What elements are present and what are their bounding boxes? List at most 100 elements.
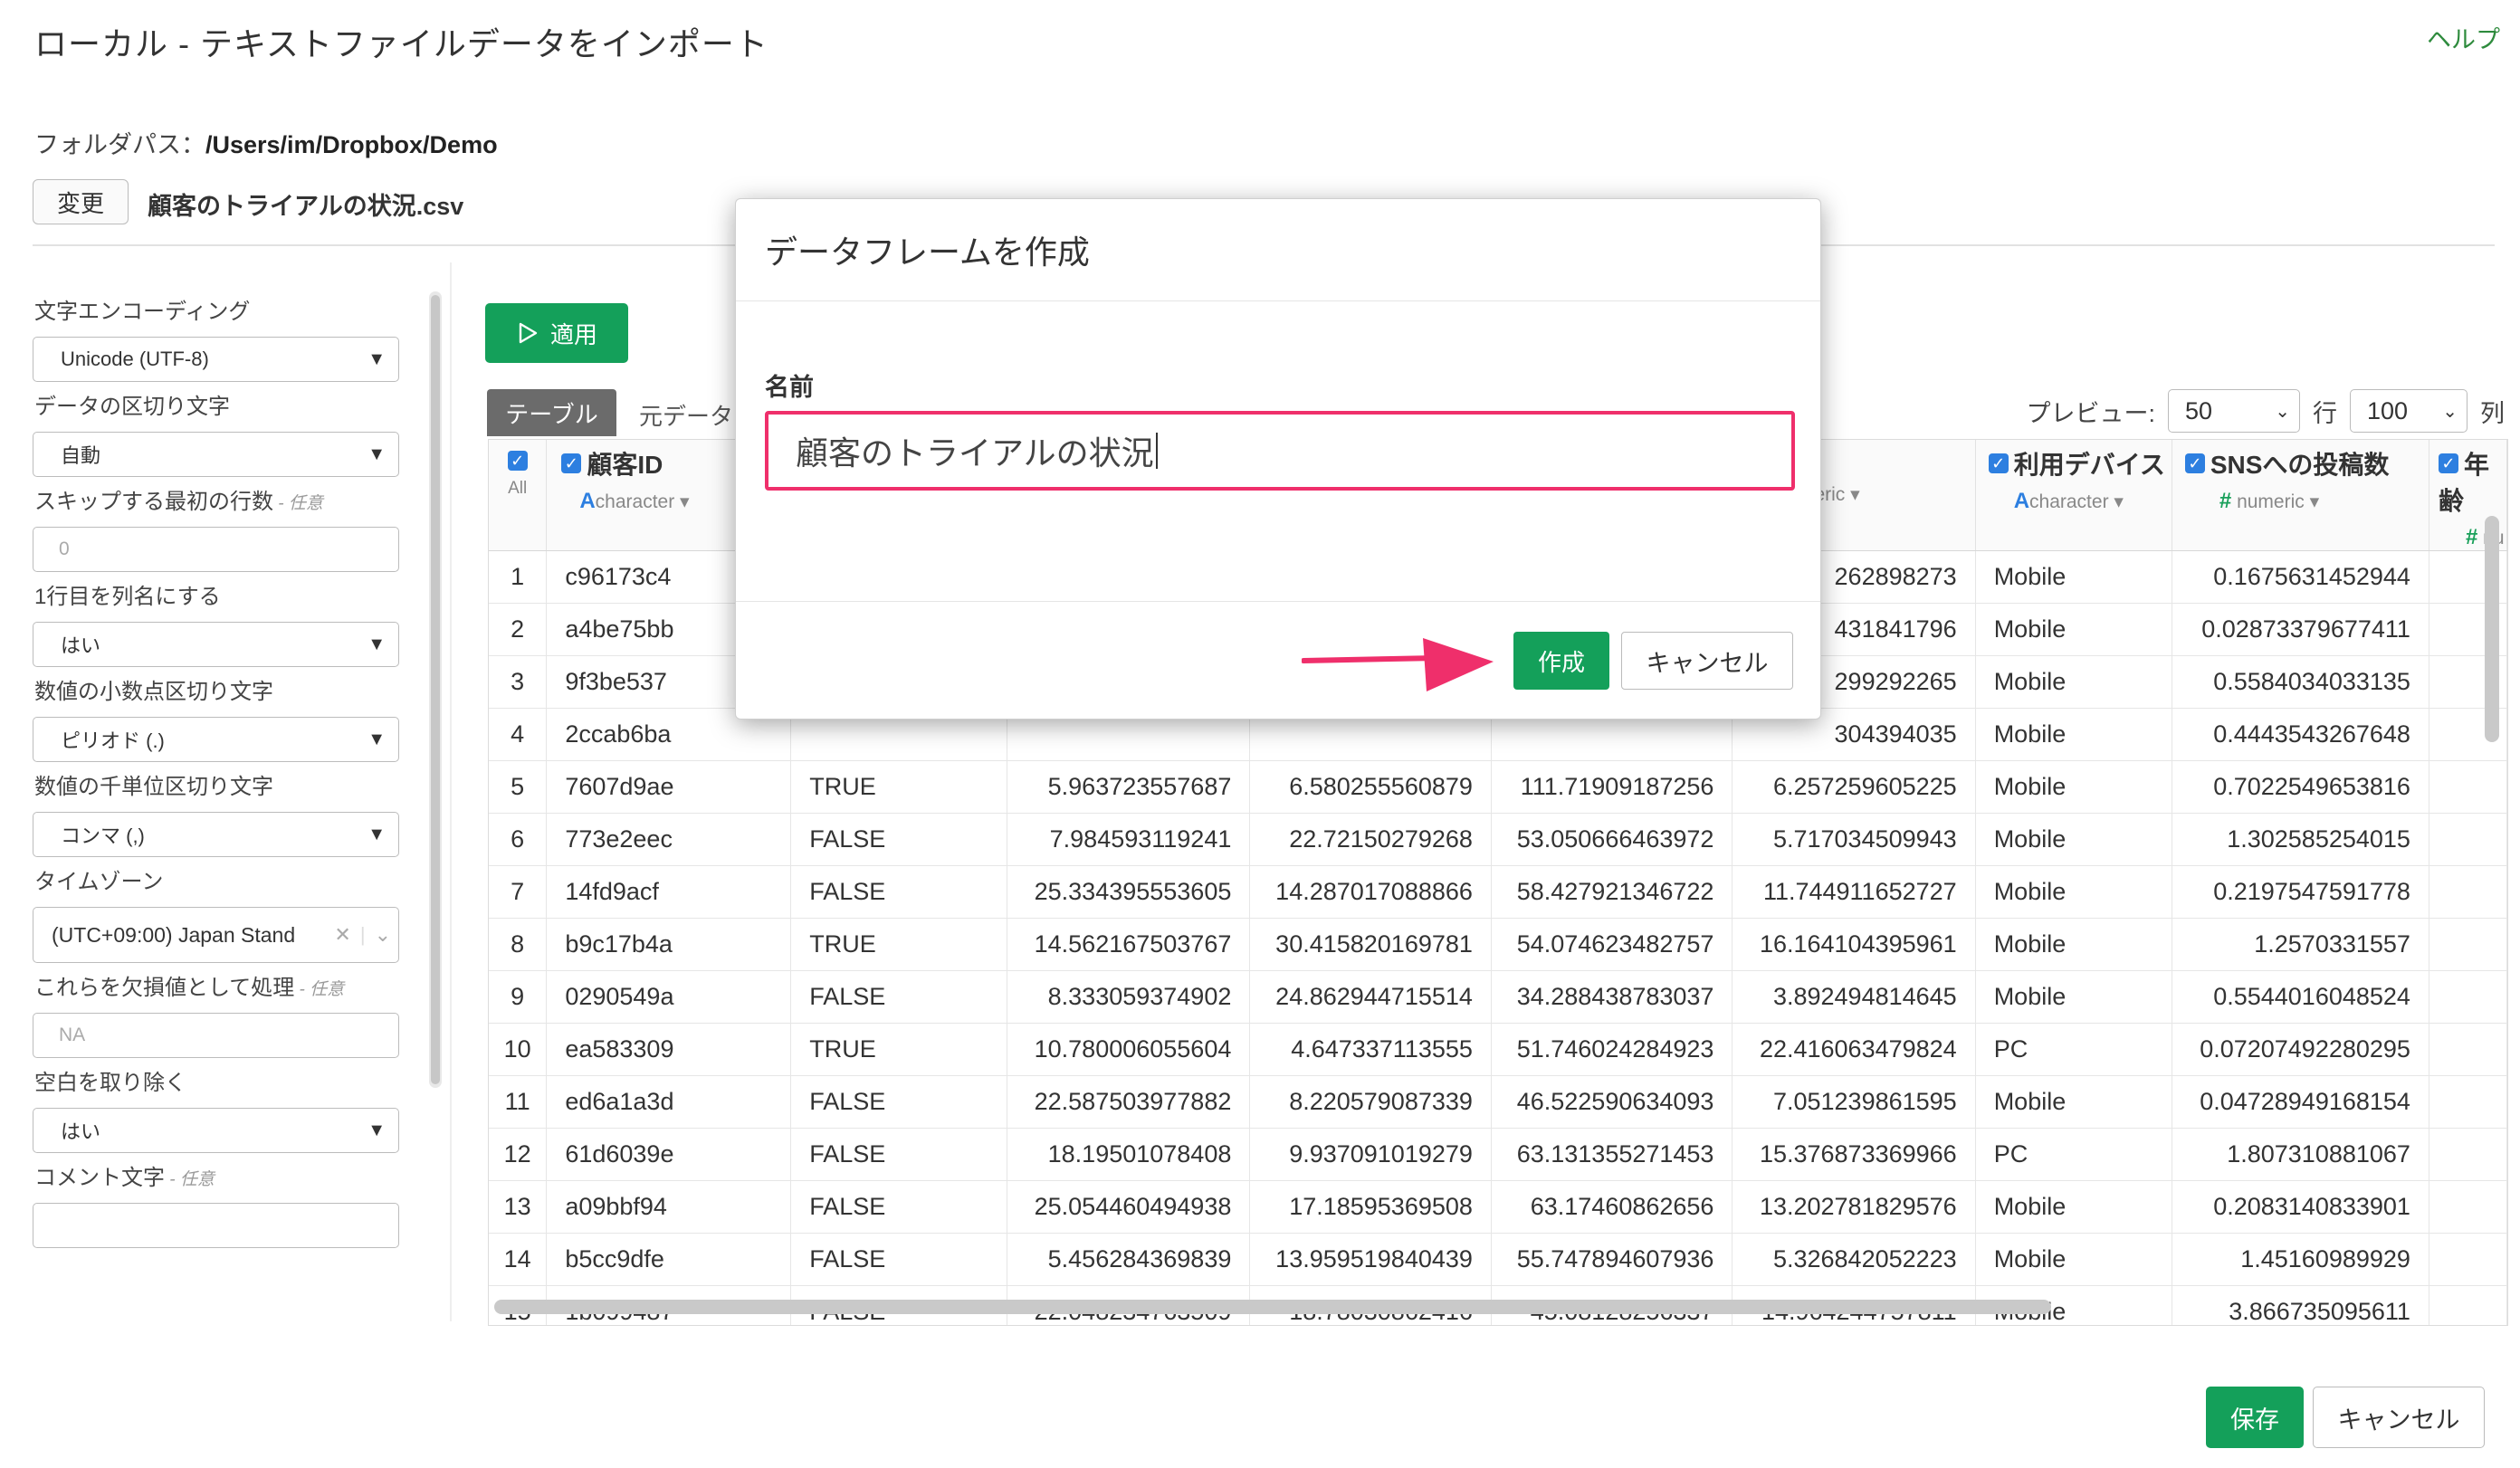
column-type-menu[interactable]: Acharacter ▾ — [1989, 489, 2172, 514]
checkbox-checked-icon[interactable]: ✓ — [2184, 453, 2205, 473]
table-cell: ed6a1a3d — [546, 1075, 792, 1129]
table-cell: 51.746024284923 — [1491, 1023, 1733, 1076]
chevron-down-icon: ⌄ — [2275, 401, 2290, 422]
na-values-input[interactable]: NA — [33, 1013, 399, 1058]
table-cell: 773e2eec — [546, 813, 792, 866]
table-cell: FALSE — [790, 1180, 1008, 1234]
table-cell: 8.220579087339 — [1249, 1075, 1492, 1129]
checkbox-checked-icon[interactable]: ✓ — [561, 453, 582, 473]
row-index: 8 — [489, 918, 548, 971]
page-title: ローカル - テキストファイルデータをインポート — [34, 25, 768, 62]
table-cell: 9.937091019279 — [1249, 1128, 1492, 1181]
thousands-separator-select[interactable]: コンマ (,) ▼ — [33, 812, 399, 857]
clear-icon[interactable]: ✕ — [334, 923, 350, 947]
save-button[interactable]: 保存 — [2206, 1387, 2304, 1448]
table-cell: FALSE — [790, 865, 1008, 919]
table-cell: 6.257259605225 — [1732, 760, 1976, 814]
table-cell: PC — [1975, 1128, 2172, 1181]
table-cell: 0.2083140833901 — [2172, 1180, 2429, 1234]
header-row-label: 1行目を列名にする — [34, 585, 221, 609]
select-all-header[interactable]: ✓ All — [489, 440, 548, 551]
table-cell: 46.522590634093 — [1491, 1075, 1733, 1129]
numeric-type-icon: # — [2465, 525, 2478, 549]
comment-char-label-text: コメント文字 — [34, 1166, 165, 1190]
decimal-separator-select[interactable]: ピリオド (.) ▼ — [33, 717, 399, 762]
help-link[interactable]: ヘルプ — [2427, 20, 2500, 55]
divider — [736, 300, 1820, 301]
column-name: 利用デバイス — [2013, 451, 2165, 479]
table-cell: Mobile — [1975, 550, 2172, 604]
checkbox-checked-icon[interactable]: ✓ — [2438, 453, 2458, 473]
encoding-value: Unicode (UTF-8) — [61, 348, 209, 370]
row-index: 11 — [489, 1075, 548, 1129]
divider — [736, 601, 1820, 602]
sidebar-divider — [450, 262, 452, 1321]
table-cell: 8.333059374902 — [1007, 970, 1251, 1024]
table-row: 9 0290549a FALSE 8.333059374902 24.862944715… — [489, 970, 2507, 1024]
table-cell: 34.288438783037 — [1491, 970, 1733, 1024]
table-cell — [2429, 1233, 2507, 1286]
table-cell: FALSE — [790, 1075, 1008, 1129]
tab-table[interactable]: テーブル — [487, 389, 616, 436]
row-index: 10 — [489, 1023, 548, 1076]
table-cell: 7.051239861595 — [1732, 1075, 1976, 1129]
row-index: 4 — [489, 708, 548, 761]
comment-char-input[interactable] — [33, 1203, 399, 1248]
optional-hint: - 任意 — [165, 1170, 215, 1189]
column-header[interactable]: ✓ SNSへの投稿数 # numeric ▾ — [2172, 440, 2429, 551]
sidebar-scrollbar-thumb[interactable] — [431, 295, 440, 1084]
table-cell: 14.287017088866 — [1249, 865, 1492, 919]
table-cell: 18.19501078408 — [1007, 1128, 1251, 1181]
table-cell: 0.4443543267648 — [2172, 708, 2429, 761]
cancel-button[interactable]: キャンセル — [2313, 1387, 2485, 1448]
optional-hint: - 任意 — [273, 494, 323, 513]
folder-path-label: フォルダパス： — [34, 131, 205, 158]
chevron-down-icon: ▼ — [368, 1120, 386, 1140]
table-cell: Mobile — [1975, 1180, 2172, 1234]
delimiter-select[interactable]: 自動 ▼ — [33, 432, 399, 477]
trim-whitespace-select[interactable]: はい ▼ — [33, 1108, 399, 1153]
encoding-select[interactable]: Unicode (UTF-8) ▼ — [33, 337, 399, 382]
horizontal-scrollbar[interactable] — [494, 1300, 2051, 1314]
separator: | — [359, 923, 366, 946]
column-type-menu[interactable]: # numeric ▾ — [2185, 489, 2429, 514]
row-index: 2 — [489, 603, 548, 656]
table-cell: 3.892494814645 — [1732, 970, 1976, 1024]
folder-path-value: /Users/im/Dropbox/Demo — [205, 131, 498, 158]
table-cell: 0.2197547591778 — [2172, 865, 2429, 919]
table-cell: 30.415820169781 — [1249, 918, 1492, 971]
column-name: SNSへの投稿数 — [2210, 451, 2390, 479]
decimal-separator-label: 数値の小数点区切り文字 — [34, 680, 273, 704]
create-button[interactable]: 作成 — [1513, 632, 1609, 690]
preview-cols-value: 100 — [2367, 396, 2409, 424]
decimal-separator-value: ピリオド (.) — [61, 729, 165, 752]
text-caret — [1155, 433, 1158, 469]
table-cell — [2429, 1128, 2507, 1181]
file-name: 顧客のトライアルの状況.csv — [148, 193, 464, 220]
column-header[interactable]: ✓ 利用デバイス Acharacter ▾ — [1975, 440, 2172, 551]
vertical-scrollbar[interactable] — [2485, 516, 2499, 742]
table-cell — [2429, 760, 2507, 814]
table-cell — [2429, 1285, 2507, 1325]
dataframe-name-input[interactable]: 顧客のトライアルの状況 — [765, 411, 1795, 491]
table-cell: 0.7022549653816 — [2172, 760, 2429, 814]
na-values-label: これらを欠損値として処理 - 任意 — [34, 973, 399, 1004]
preview-cols-select[interactable]: 100 ⌄ — [2350, 389, 2468, 433]
table-row: 8 b9c17b4a TRUE 14.562167503767 30.415820169… — [489, 918, 2507, 971]
row-index: 5 — [489, 760, 548, 814]
header-row-select[interactable]: はい ▼ — [33, 622, 399, 667]
table-cell: 0.5544016048524 — [2172, 970, 2429, 1024]
skip-rows-input[interactable]: 0 — [33, 527, 399, 572]
preview-rows-select[interactable]: 50 ⌄ — [2168, 389, 2300, 433]
checkbox-checked-icon[interactable]: ✓ — [507, 450, 528, 471]
apply-button[interactable]: 適用 — [485, 303, 628, 363]
table-cell: Mobile — [1975, 655, 2172, 709]
dialog-cancel-button[interactable]: キャンセル — [1621, 632, 1793, 690]
thousands-separator-value: コンマ (,) — [61, 825, 145, 847]
tab-raw-data[interactable]: 元データ — [639, 398, 733, 432]
chevron-down-icon[interactable]: ⌄ — [375, 923, 391, 947]
timezone-select[interactable]: (UTC+09:00) Japan Stand ✕ | ⌄ — [33, 907, 399, 963]
table-cell: a09bbf94 — [546, 1180, 792, 1234]
change-folder-button[interactable]: 変更 — [33, 179, 129, 224]
checkbox-checked-icon[interactable]: ✓ — [1988, 453, 2009, 473]
